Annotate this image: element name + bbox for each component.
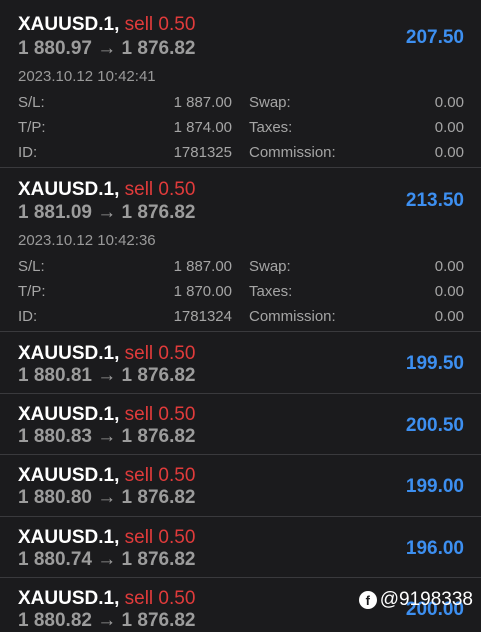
tp-label: T/P: xyxy=(18,283,46,300)
id-label: ID: xyxy=(18,144,38,161)
taxes-label: Taxes: xyxy=(249,119,293,136)
watermark-text: @9198338 xyxy=(379,589,473,610)
side-volume: sell 0.50 xyxy=(124,588,196,609)
sl-label: S/L: xyxy=(18,94,45,111)
position-prices: 1 880.83 → 1 876.82 xyxy=(18,426,196,448)
arrow-icon: → xyxy=(97,202,117,223)
position-profit: 199.50 xyxy=(405,353,464,374)
symbol-label: XAUUSD.1, xyxy=(18,343,120,364)
arrow-icon: → xyxy=(97,38,117,59)
commission-label: Commission: xyxy=(249,144,336,161)
symbol-label: XAUUSD.1, xyxy=(18,588,120,609)
open-price: 1 880.82 xyxy=(18,610,92,631)
arrow-icon: → xyxy=(97,365,117,386)
id-label: ID: xyxy=(18,308,38,325)
symbol-label: XAUUSD.1, xyxy=(18,527,120,548)
positions-list: XAUUSD.1, sell 0.50 1 880.97 → 1 876.82 … xyxy=(0,0,481,631)
open-price: 1 881.09 xyxy=(18,202,92,223)
current-price: 1 876.82 xyxy=(121,549,196,570)
commission-value: 0.00 xyxy=(434,308,464,325)
swap-label: Swap: xyxy=(249,94,291,111)
id-value: 1781325 xyxy=(173,144,232,161)
position-profit: 199.00 xyxy=(405,476,464,497)
side-volume: sell 0.50 xyxy=(124,343,196,364)
arrow-icon: → xyxy=(97,426,117,447)
position-prices: 1 880.81 → 1 876.82 xyxy=(18,365,196,387)
position-row[interactable]: XAUUSD.1, sell 0.50 1 880.83 → 1 876.82 … xyxy=(0,394,481,455)
sl-value: 1 887.00 xyxy=(173,258,232,275)
open-time: 2023.10.12 10:42:41 xyxy=(18,68,156,85)
position-row[interactable]: XAUUSD.1, sell 0.50 1 880.97 → 1 876.82 … xyxy=(0,0,481,168)
open-price: 1 880.83 xyxy=(18,426,92,447)
position-row[interactable]: XAUUSD.1, sell 0.50 1 880.80 → 1 876.82 … xyxy=(0,455,481,517)
open-price: 1 880.97 xyxy=(18,38,92,59)
tp-value: 1 874.00 xyxy=(173,119,232,136)
position-symbol: XAUUSD.1, sell 0.50 xyxy=(18,343,195,365)
swap-value: 0.00 xyxy=(434,94,464,111)
side-volume: sell 0.50 xyxy=(124,179,196,200)
taxes-value: 0.00 xyxy=(434,119,464,136)
taxes-label: Taxes: xyxy=(249,283,293,300)
current-price: 1 876.82 xyxy=(121,610,196,631)
taxes-value: 0.00 xyxy=(434,283,464,300)
arrow-icon: → xyxy=(97,487,117,508)
position-symbol: XAUUSD.1, sell 0.50 xyxy=(18,14,195,36)
arrow-icon: → xyxy=(97,549,117,570)
position-prices: 1 881.09 → 1 876.82 xyxy=(18,202,196,224)
id-value: 1781324 xyxy=(173,308,232,325)
arrow-icon: → xyxy=(97,610,117,631)
sl-label: S/L: xyxy=(18,258,45,275)
position-row[interactable]: XAUUSD.1, sell 0.50 1 881.09 → 1 876.82 … xyxy=(0,168,481,332)
tp-label: T/P: xyxy=(18,119,46,136)
position-symbol: XAUUSD.1, sell 0.50 xyxy=(18,527,195,549)
current-price: 1 876.82 xyxy=(121,202,196,223)
position-prices: 1 880.80 → 1 876.82 xyxy=(18,487,196,509)
position-symbol: XAUUSD.1, sell 0.50 xyxy=(18,404,195,426)
symbol-label: XAUUSD.1, xyxy=(18,404,120,425)
symbol-label: XAUUSD.1, xyxy=(18,465,120,486)
position-profit: 200.50 xyxy=(405,415,464,436)
current-price: 1 876.82 xyxy=(121,38,196,59)
position-prices: 1 880.74 → 1 876.82 xyxy=(18,549,196,571)
symbol-label: XAUUSD.1, xyxy=(18,179,120,200)
open-price: 1 880.80 xyxy=(18,487,92,508)
position-profit: 213.50 xyxy=(405,190,464,211)
sl-value: 1 887.00 xyxy=(173,94,232,111)
swap-label: Swap: xyxy=(249,258,291,275)
open-price: 1 880.74 xyxy=(18,549,92,570)
position-prices: 1 880.97 → 1 876.82 xyxy=(18,38,196,60)
position-symbol: XAUUSD.1, sell 0.50 xyxy=(18,179,195,201)
tp-value: 1 870.00 xyxy=(173,283,232,300)
position-row[interactable]: XAUUSD.1, sell 0.50 1 880.74 → 1 876.82 … xyxy=(0,517,481,578)
swap-value: 0.00 xyxy=(434,258,464,275)
position-symbol: XAUUSD.1, sell 0.50 xyxy=(18,588,195,610)
facebook-icon: f xyxy=(358,591,377,609)
commission-value: 0.00 xyxy=(434,144,464,161)
open-time: 2023.10.12 10:42:36 xyxy=(18,232,156,249)
position-profit: 207.50 xyxy=(405,27,464,48)
position-symbol: XAUUSD.1, sell 0.50 xyxy=(18,465,195,487)
position-profit: 196.00 xyxy=(405,538,464,559)
current-price: 1 876.82 xyxy=(121,365,196,386)
position-row[interactable]: XAUUSD.1, sell 0.50 1 880.81 → 1 876.82 … xyxy=(0,332,481,394)
commission-label: Commission: xyxy=(249,308,336,325)
symbol-label: XAUUSD.1, xyxy=(18,14,120,35)
current-price: 1 876.82 xyxy=(121,487,196,508)
open-price: 1 880.81 xyxy=(18,365,92,386)
side-volume: sell 0.50 xyxy=(124,527,196,548)
side-volume: sell 0.50 xyxy=(124,14,196,35)
current-price: 1 876.82 xyxy=(121,426,196,447)
side-volume: sell 0.50 xyxy=(124,465,196,486)
side-volume: sell 0.50 xyxy=(124,404,196,425)
watermark: f @9198338 xyxy=(358,589,473,611)
position-prices: 1 880.82 → 1 876.82 xyxy=(18,610,196,632)
